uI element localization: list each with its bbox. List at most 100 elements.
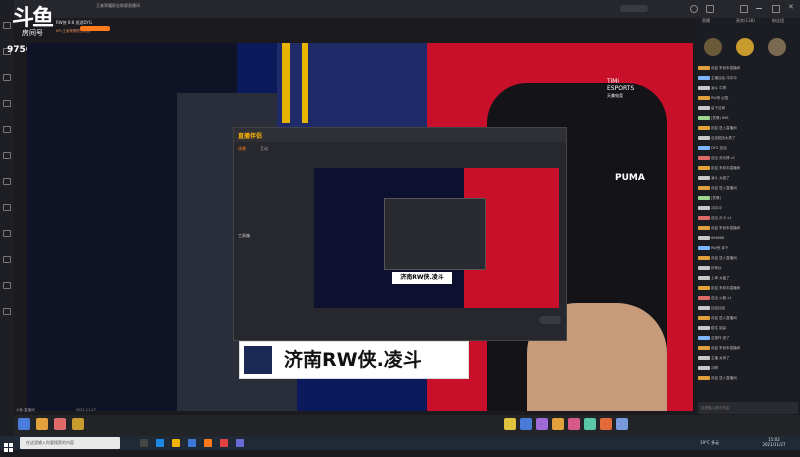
team-logo — [244, 346, 272, 374]
task-view-icon[interactable] — [140, 439, 148, 447]
user-level-badge — [698, 246, 710, 250]
sidebar-item-category[interactable] — [1, 74, 13, 82]
user-level-badge — [698, 206, 710, 210]
gift-icon[interactable] — [616, 418, 628, 430]
sidebar-item-download[interactable] — [1, 282, 13, 290]
chat-input[interactable]: 这里输入聊天内容 — [698, 402, 798, 414]
sidebar-item-message[interactable] — [1, 230, 13, 238]
store-icon[interactable] — [188, 439, 196, 447]
douyu-app-icon[interactable] — [204, 439, 212, 447]
rank-avatar-2[interactable] — [736, 38, 754, 56]
user-level-badge — [698, 116, 710, 120]
chat-message-text: 欢迎 来到本直播间 — [711, 66, 741, 70]
settings-icon[interactable] — [740, 5, 748, 13]
gift-icon[interactable] — [536, 418, 548, 430]
obs-window[interactable]: 直播伴侣 场景 互动 工具箱 济南RW侠.凌斗 — [233, 127, 567, 341]
chat-message: 稳住 能赢 — [698, 326, 798, 336]
weather-widget[interactable]: 19°C 多云 — [700, 440, 719, 446]
gift-icon[interactable] — [36, 418, 48, 430]
gift-icon[interactable] — [552, 418, 564, 430]
sidebar-item-game[interactable] — [1, 100, 13, 108]
chat-message-list: 欢迎 来到本直播间 主播加油 冲冲冲 凌斗 牛啊 RW侠 必胜 赢下这局 [表情] 666… — [696, 66, 800, 396]
windows-start-icon[interactable] — [4, 438, 14, 452]
app-icon[interactable] — [220, 439, 228, 447]
chat-message-text: 欢迎 进入直播间 — [711, 186, 737, 190]
taskbar-clock[interactable]: 15:02 2021/11/27 — [756, 437, 792, 447]
avatar[interactable] — [690, 5, 698, 13]
user-level-badge — [698, 176, 710, 180]
chat-message-text: 主播 太帅了 — [711, 356, 730, 360]
chat-tab-fans[interactable]: 粉丝团 — [772, 18, 784, 24]
gift-icon[interactable] — [584, 418, 596, 430]
sidebar-item-video[interactable] — [1, 126, 13, 134]
chat-message: 这波团战太秀了 — [698, 136, 798, 146]
obs-toolbox-label: 工具箱 — [238, 233, 250, 238]
preview-nested-window — [384, 198, 486, 270]
taskbar-search-placeholder: 在这里输入你要搜索的内容 — [26, 440, 74, 445]
chat-message-text: 欢迎 进入直播间 — [711, 256, 737, 260]
gift-icon[interactable] — [504, 418, 516, 430]
clock-icon — [3, 152, 11, 159]
gamepad-icon — [3, 100, 11, 107]
download-icon — [3, 282, 11, 289]
windows-taskbar — [0, 436, 800, 450]
chat-message: 冲冲冲 — [698, 206, 798, 216]
maximize-icon[interactable] — [772, 5, 780, 13]
user-level-badge — [698, 376, 710, 380]
chat-message-text: 欢迎 进入直播间 — [711, 316, 737, 320]
chat-message: RW侠 必胜 — [698, 96, 798, 106]
gift-icon[interactable] — [520, 418, 532, 430]
obs-start-live-button[interactable] — [539, 316, 561, 324]
sidebar-item-shop[interactable] — [1, 204, 13, 212]
rank-avatar-1[interactable] — [704, 38, 722, 56]
gift-icon[interactable] — [600, 418, 612, 430]
window-tab-title[interactable]: 王者荣耀职业联赛直播间 — [96, 3, 140, 9]
gift-icon[interactable] — [72, 418, 84, 430]
obs-preview[interactable]: 济南RW侠.凌斗 — [314, 168, 559, 308]
sidebar-item-fans[interactable] — [1, 256, 13, 264]
gift-icon[interactable] — [568, 418, 580, 430]
user-level-badge — [698, 256, 710, 260]
search-field[interactable] — [620, 5, 648, 12]
obs-tab-interact[interactable]: 互动 — [260, 146, 268, 152]
inner-nameplate: 济南RW侠.凌斗 — [392, 272, 452, 284]
user-level-badge — [698, 136, 710, 140]
sidebar-item-history[interactable] — [1, 152, 13, 160]
task-icon — [3, 178, 11, 185]
rank-avatar-3[interactable] — [768, 38, 786, 56]
obs-tab-scene[interactable]: 场景 — [238, 146, 246, 152]
minimize-icon[interactable] — [756, 5, 762, 9]
app-icon[interactable] — [236, 439, 244, 447]
user-level-badge — [698, 226, 710, 230]
folder-icon[interactable] — [172, 439, 180, 447]
user-level-badge — [698, 286, 710, 290]
chat-message-text: RW侠 必胜 — [711, 96, 729, 100]
sidebar-item-tasks[interactable] — [1, 178, 13, 186]
chat-message: 主播 太帅了 — [698, 356, 798, 366]
close-icon[interactable]: ✕ — [788, 3, 794, 11]
user-level-badge — [698, 236, 710, 240]
obs-app-title: 直播伴侣 — [238, 133, 263, 140]
chat-message: 这操作 绝了 — [698, 336, 798, 346]
chat-message: 欢迎 来到本直播间 — [698, 286, 798, 296]
user-level-badge — [698, 326, 710, 330]
notification-icon[interactable] — [706, 5, 714, 13]
user-level-badge — [698, 76, 710, 80]
chat-message: 主播加油 冲冲冲 — [698, 76, 798, 86]
edge-icon[interactable] — [156, 439, 164, 447]
chat-message: 欢迎 来到本直播间 — [698, 166, 798, 176]
sidebar-item-settings[interactable] — [1, 308, 13, 316]
gift-icon[interactable] — [18, 418, 30, 430]
left-sidebar — [0, 0, 14, 436]
gift-icon[interactable] — [54, 418, 66, 430]
chat-tab-vip[interactable]: 贵宾(138) — [736, 18, 755, 24]
chat-message-text: 好家伙 — [711, 266, 722, 270]
chat-tab-live[interactable]: 直播 — [702, 18, 710, 24]
video-player[interactable]: TiMi ESPORTS 天美电竞 PUMA 直播伴侣 场景 互动 工具箱 济南… — [27, 43, 693, 411]
chat-message: 送出 荧光棒 x1 — [698, 156, 798, 166]
chat-message-text: 欢迎 来到本直播间 — [711, 346, 741, 350]
chat-message-text: 666666 — [711, 236, 725, 240]
gear-icon — [3, 308, 11, 315]
video-icon — [3, 126, 11, 133]
follow-button[interactable] — [80, 26, 110, 31]
